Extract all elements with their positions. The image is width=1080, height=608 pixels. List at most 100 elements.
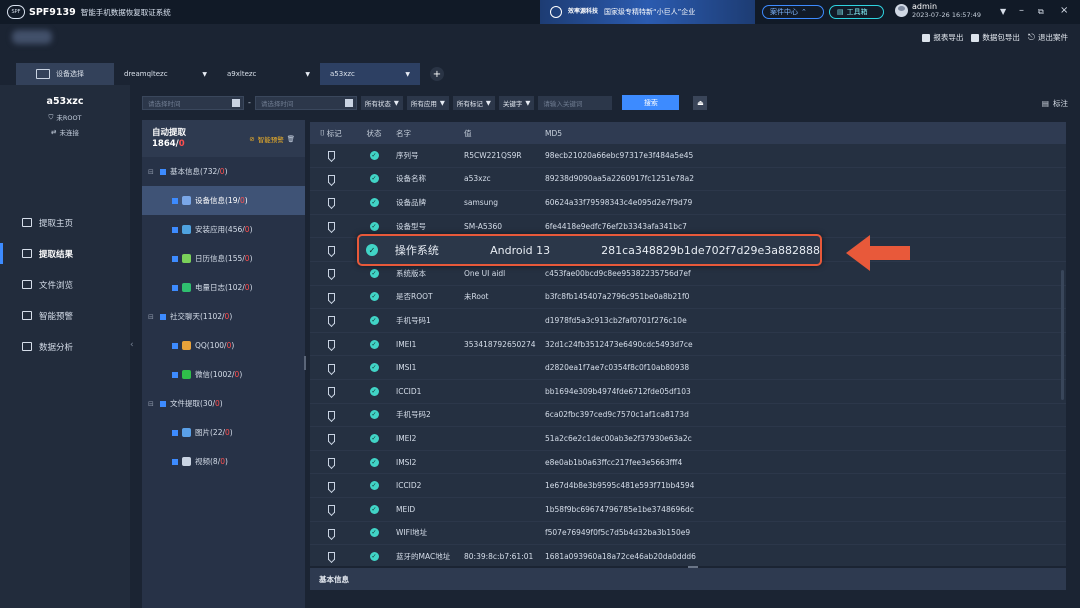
checkbox[interactable] [172,371,178,378]
bookmark-icon[interactable] [327,458,335,467]
table-row[interactable]: ✓ ICCID1 bb1694e309b4974fde6712fde05df103 [310,380,1066,404]
device-select-tab[interactable]: 设备选择 [16,63,114,85]
table-row[interactable]: ✓ WIFI地址 f507e76949f0f5c7d5b4d32ba3b150e9 [310,522,1066,546]
table-row[interactable]: ✓ IMEI1 353418792650274 32d1c24fb3512473e64… [310,333,1066,357]
mark-cell[interactable] [310,269,352,278]
collapse-icon[interactable]: ⊟ [148,400,156,408]
table-row[interactable]: ✓ 手机号码2 6ca02fbc397ced9c7570c1af1ca8173d [310,404,1066,428]
case-center-button[interactable]: 案件中心 ⌃ [762,5,824,19]
keyword-input[interactable]: 请输入关键词 [538,95,613,110]
table-row[interactable]: ✓ ICCID2 1e67d4b8e3b9595c481e593f71bb4594 [310,474,1066,498]
bookmark-icon[interactable] [327,151,335,160]
checkbox[interactable] [172,255,178,262]
nav-item[interactable]: 智能预警 [0,300,130,331]
bookmark-icon[interactable] [327,505,335,514]
device-tab[interactable]: dreamqltezc ▼ [114,63,217,85]
checkbox[interactable] [172,284,178,291]
app-select[interactable]: 所有应用 ▼ [406,95,449,110]
mark-button[interactable]: ▤ 标注 [1042,98,1068,109]
checkbox[interactable] [172,197,178,204]
table-row[interactable]: ✓ 设备品牌 samsung 60624a33f79598343c4e095d2e7f… [310,191,1066,215]
mark-cell[interactable] [310,410,352,419]
nav-item[interactable]: 提取结果 [0,238,130,269]
maximize-icon[interactable]: ⧉ [1038,7,1044,17]
table-row[interactable]: ✓ 是否ROOT 未Root b3fc8fb145407a2796c951be0a8b… [310,286,1066,310]
bookmark-icon[interactable] [327,174,335,183]
bookmark-icon[interactable] [327,245,335,254]
menu-dropdown-icon[interactable]: ▼ [1000,7,1006,16]
bookmark-icon[interactable] [327,528,335,537]
clear-filter-button[interactable]: ⏏ [693,95,708,110]
header-status[interactable]: 状态 [352,128,396,139]
checkbox[interactable] [172,342,178,349]
table-row[interactable]: ✓ IMEI2 51a2c6e2c1dec00ab3e2f37930e63a2c [310,427,1066,451]
add-device-button[interactable]: + [430,67,444,81]
checkbox[interactable] [172,429,178,436]
mark-cell[interactable] [310,174,352,183]
checkbox[interactable] [172,458,178,465]
mark-cell[interactable] [310,387,352,396]
nav-item[interactable]: 文件浏览 [0,269,130,300]
exit-case-button[interactable]: ⎋ 退出案件 [1028,32,1068,43]
bookmark-icon[interactable] [327,222,335,231]
tree-group[interactable]: ⊟ 社交聊天(1102/0) [142,302,305,331]
mark-cell[interactable] [310,245,352,254]
table-row[interactable]: ✓ IMSI2 e8e0ab1b0a63ffcc217fee3e5663fff4 [310,451,1066,475]
collapse-panel-icon[interactable]: ‹ [130,340,134,350]
checkbox[interactable] [160,313,166,320]
nav-item[interactable]: 数据分析 [0,331,130,362]
bookmark-icon[interactable] [327,198,335,207]
tree-item[interactable]: 图片(22/0) [142,418,305,447]
report-export-button[interactable]: 报表导出 [922,32,963,43]
bookmark-icon[interactable] [327,434,335,443]
table-row[interactable]: ✓ 手机号码1 d1978fd5a3c913cb2faf0701f276c10e [310,309,1066,333]
mark-cell[interactable] [310,505,352,514]
table-row[interactable]: ✓ IMSI1 d2820ea1f7ae7c0354f8c0f10ab80938 [310,356,1066,380]
end-time-input[interactable]: 请选择时间 [254,95,357,110]
nav-item[interactable]: 提取主页 [0,207,130,238]
bookmark-icon[interactable] [327,363,335,372]
user-info[interactable]: admin 2023-07-26 16:57:49 [895,2,981,19]
table-row[interactable]: ✓ 蓝牙的MAC地址 80:39:8c:b7:61:01 1681a093960a18… [310,545,1066,566]
mark-cell[interactable] [310,292,352,301]
tree-item[interactable]: 安装应用(456/0) [142,215,305,244]
package-export-button[interactable]: 数据包导出 [971,32,1020,43]
table-scrollbar[interactable] [1061,270,1064,400]
tree-item[interactable]: 视频(8/0) [142,447,305,476]
trash-icon[interactable]: 🗑 [287,135,295,143]
tree-group[interactable]: ⊟ 基本信息(732/0) [142,157,305,186]
mark-cell[interactable] [310,222,352,231]
start-time-input[interactable]: 请选择时间 [142,95,244,110]
bookmark-icon[interactable] [327,481,335,490]
header-mark[interactable]: ⌷ 标记 [310,128,352,139]
bookmark-icon[interactable] [327,340,335,349]
header-value[interactable]: 值 [464,128,545,139]
header-md5[interactable]: MD5 [545,129,1066,138]
mark-cell[interactable] [310,434,352,443]
bookmark-icon[interactable] [327,269,335,278]
mark-cell[interactable] [310,316,352,325]
mark-cell[interactable] [310,528,352,537]
close-icon[interactable]: × [1060,5,1068,16]
bookmark-icon[interactable] [327,410,335,419]
tree-group[interactable]: ⊟ 文件提取(30/0) [142,389,305,418]
checkbox[interactable] [172,226,178,233]
smart-warning-tag[interactable]: ⊘ 智能预警 🗑 [249,134,295,144]
minimize-icon[interactable]: – [1019,5,1024,16]
panel-splitter[interactable] [304,356,306,370]
device-tab[interactable]: a9xltezc ▼ [217,63,320,85]
checkbox[interactable] [160,400,166,407]
table-row[interactable]: ✓ 序列号 R5CW221QS9R 98ecb21020a66ebc97317e3f4… [310,144,1066,168]
tree-item[interactable]: QQ(100/0) [142,331,305,360]
device-tab-active[interactable]: a53xzc ▼ [320,63,420,85]
bookmark-icon[interactable] [327,316,335,325]
bookmark-icon[interactable] [327,387,335,396]
mark-cell[interactable] [310,552,352,561]
table-row[interactable]: ✓ 设备名称 a53xzc 89238d9090aa5a2260917fc1251e7… [310,168,1066,192]
status-select[interactable]: 所有状态 ▼ [360,95,403,110]
toolbox-button[interactable]: ▤ 工具箱 [829,5,884,19]
mark-cell[interactable] [310,481,352,490]
bookmark-icon[interactable] [327,552,335,561]
header-name[interactable]: 名字 [396,128,464,139]
collapse-icon[interactable]: ⊟ [148,168,156,176]
